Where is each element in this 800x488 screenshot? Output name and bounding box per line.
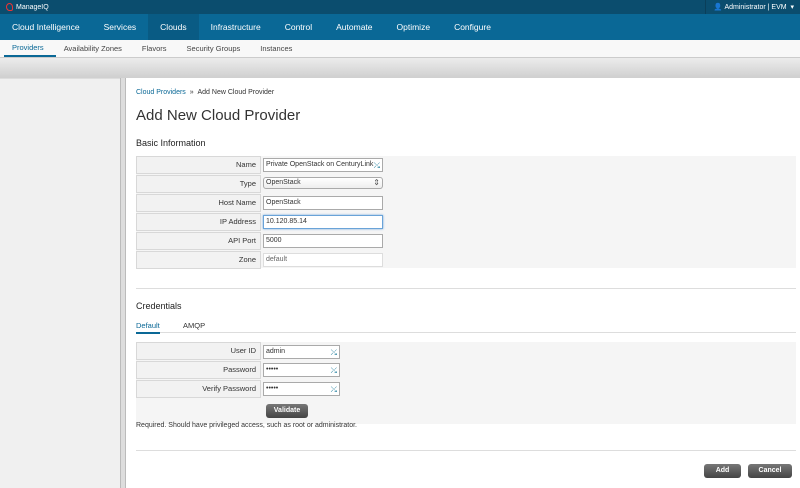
logo[interactable]: ManageIQ <box>6 3 49 11</box>
basic-info-heading: Basic Information <box>136 138 206 148</box>
breadcrumb-parent[interactable]: Cloud Providers <box>136 89 186 96</box>
user-id-value: admin <box>266 348 286 355</box>
add-button[interactable]: Add <box>704 464 741 478</box>
logo-icon <box>6 3 13 11</box>
breadcrumb-current: Add New Cloud Provider <box>197 89 275 96</box>
type-label: Type <box>136 175 261 193</box>
user-name: Administrator | EVM <box>724 3 787 11</box>
password-value: ••••• <box>266 366 279 373</box>
breadcrumb-sep: » <box>189 89 194 96</box>
key-icon: ⤯ <box>373 161 380 170</box>
nav-services[interactable]: Services <box>92 14 149 40</box>
verify-password-label: Verify Password <box>136 380 261 398</box>
nav-clouds[interactable]: Clouds <box>148 14 199 40</box>
key-icon: ⤯ <box>330 385 337 394</box>
type-select[interactable]: OpenStack ⇕ <box>263 177 383 189</box>
name-label: Name <box>136 156 261 174</box>
nav-automate[interactable]: Automate <box>324 14 384 40</box>
nav-configure[interactable]: Configure <box>442 14 503 40</box>
key-icon: ⤯ <box>330 366 337 375</box>
key-icon: ⤯ <box>330 348 337 357</box>
nav-optimize[interactable]: Optimize <box>385 14 443 40</box>
sidebar <box>0 78 120 488</box>
hostname-input[interactable]: OpenStack <box>263 196 383 210</box>
nav-infrastructure[interactable]: Infrastructure <box>199 14 273 40</box>
select-arrows-icon: ⇕ <box>373 178 380 187</box>
user-id-input[interactable]: admin ⤯ <box>263 345 340 359</box>
logo-text: ManageIQ <box>16 3 49 11</box>
password-input[interactable]: ••••• ⤯ <box>263 363 340 377</box>
divider <box>136 450 796 451</box>
tab-security-groups[interactable]: Security Groups <box>179 40 253 57</box>
password-label: Password <box>136 361 261 379</box>
nav-control[interactable]: Control <box>273 14 324 40</box>
api-port-input[interactable]: 5000 <box>263 234 383 248</box>
user-id-label: User ID <box>136 342 261 360</box>
name-value: Private OpenStack on CenturyLink <box>266 161 374 168</box>
tab-availability-zones[interactable]: Availability Zones <box>56 40 134 57</box>
hostname-label: Host Name <box>136 194 261 212</box>
credentials-heading: Credentials <box>136 301 182 311</box>
page-title: Add New Cloud Provider <box>136 107 301 124</box>
basic-info-form: Name Private OpenStack on CenturyLink ⤯ T… <box>136 156 796 269</box>
credentials-note: Required. Should have privileged access,… <box>136 422 358 429</box>
verify-password-input[interactable]: ••••• ⤯ <box>263 382 340 396</box>
sidebar-scrollbar[interactable] <box>120 78 126 488</box>
tab-flavors[interactable]: Flavors <box>134 40 179 57</box>
user-menu[interactable]: 👤 Administrator | EVM ▾ <box>704 0 794 14</box>
verify-password-value: ••••• <box>266 385 279 392</box>
api-port-label: API Port <box>136 232 261 250</box>
type-value: OpenStack <box>266 179 301 186</box>
credentials-tabs: Default AMQP <box>136 321 796 334</box>
cancel-button[interactable]: Cancel <box>748 464 792 478</box>
credentials-form: User ID admin ⤯ Password ••••• ⤯ Verify Pa… <box>136 342 796 424</box>
toolbar-band <box>0 58 800 78</box>
breadcrumb: Cloud Providers » Add New Cloud Provider <box>136 89 274 96</box>
validate-button[interactable]: Validate <box>266 404 308 418</box>
sub-nav: Providers Availability Zones Flavors Sec… <box>0 40 800 58</box>
main-nav: Cloud Intelligence Services Clouds Infra… <box>0 14 800 40</box>
divider <box>136 288 796 289</box>
zone-label: Zone <box>136 251 261 269</box>
tab-amqp[interactable]: AMQP <box>183 321 205 330</box>
tab-default[interactable]: Default <box>136 321 160 334</box>
ip-address-label: IP Address <box>136 213 261 231</box>
tab-instances[interactable]: Instances <box>252 40 304 57</box>
nav-cloud-intelligence[interactable]: Cloud Intelligence <box>0 14 92 40</box>
zone-input[interactable]: default <box>263 253 383 267</box>
tab-providers[interactable]: Providers <box>4 40 56 57</box>
name-input[interactable]: Private OpenStack on CenturyLink ⤯ <box>263 158 383 172</box>
ip-address-input[interactable]: 10.120.85.14 <box>263 215 383 229</box>
top-bar: ManageIQ 👤 Administrator | EVM ▾ <box>0 0 800 14</box>
